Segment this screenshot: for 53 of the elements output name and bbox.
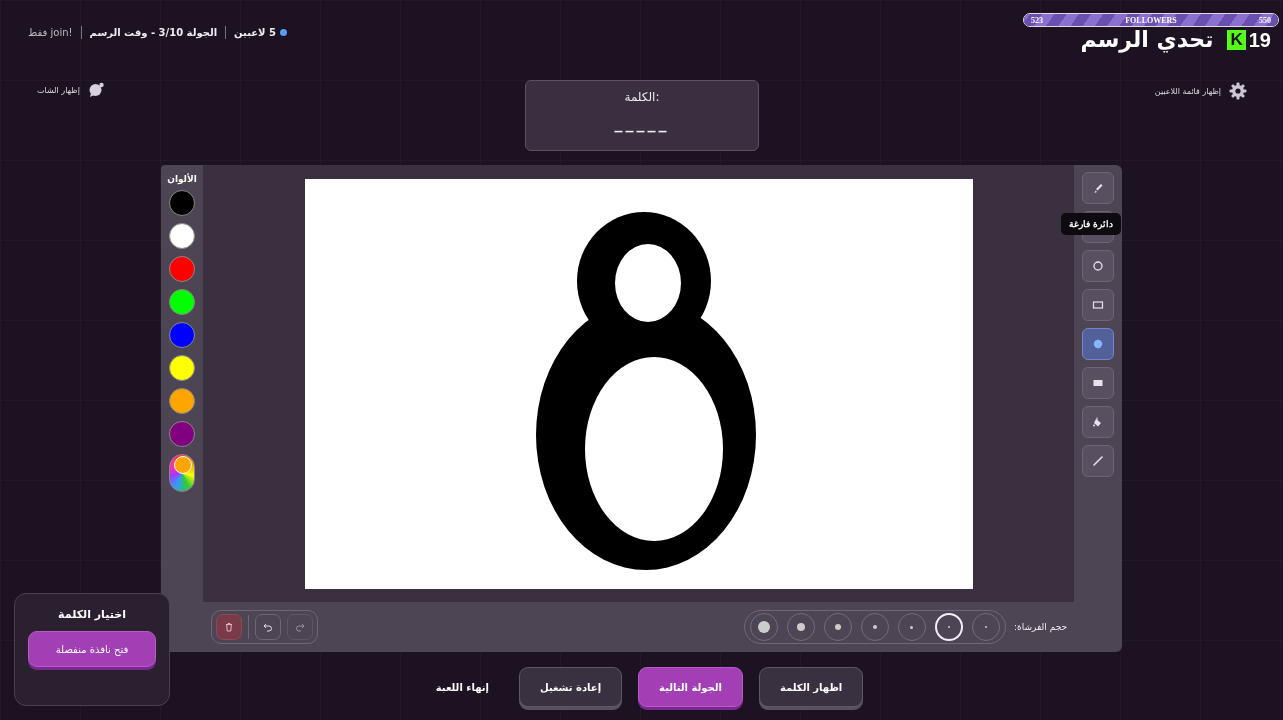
word-label: الكلمة: [624,90,660,104]
followers-start: 523 [1031,15,1043,25]
end-game-link[interactable]: إنهاء اللعبة [435,667,489,707]
word-picker-title: اختيار الكلمة [58,608,126,621]
viewer-count: 19 [1248,28,1271,52]
delete-button[interactable] [216,614,242,640]
filled-circle-icon [1092,338,1104,350]
tool-button[interactable] [1082,289,1114,321]
join-hint: !join فقط [28,27,73,38]
action-button[interactable]: اظهار الكلمة [758,667,864,707]
word-hint: _____ [614,114,670,133]
undo-button[interactable] [255,614,281,640]
color-swatch[interactable] [169,388,195,414]
tool-button[interactable] [1082,172,1114,204]
color-swatch[interactable] [169,421,195,447]
color-swatch[interactable] [169,289,195,315]
color-swatch[interactable] [169,355,195,381]
color-swatch[interactable] [169,190,195,216]
tooltip: دائرة فارغة [1061,213,1121,235]
filled-rectangle-icon [1092,377,1104,389]
tool-button[interactable] [1082,445,1114,477]
online-dot [279,29,287,36]
circle-outline-icon [1092,260,1104,272]
followers-goal: 550 [1259,15,1271,25]
show-players-toggle[interactable]: إظهار قائمة اللاعبين [1154,82,1247,100]
color-swatch[interactable] [169,322,195,348]
game-title: تحدي الرسم [1080,27,1214,53]
color-swatch[interactable] [169,256,195,282]
next-round-button[interactable]: الجولة التالية [638,667,743,707]
brush-size-label: حجم الفرشاة: [1014,622,1067,632]
trash-icon [223,621,235,633]
line-icon [1092,455,1104,467]
player-count: 5 لاعبين [234,27,276,38]
round-status: الجولة 3/10 - وقت الرسم [89,27,218,38]
drawing-canvas[interactable] [304,179,973,589]
paint-bucket-icon [1092,416,1104,428]
redo-icon [294,621,306,633]
undo-icon [262,621,274,633]
colors-title: الألوان [167,174,197,184]
color-swatch[interactable] [169,223,195,249]
tool-button[interactable] [1082,328,1114,360]
chat-icon [87,82,104,98]
followers-label: FOLLOWERS [1125,15,1177,25]
logo-mark: K [1227,30,1246,50]
brush-icon [1092,182,1104,194]
show-chat-toggle[interactable]: إظهار الشات [37,82,104,98]
rectangle-outline-icon [1092,299,1104,311]
tool-button[interactable] [1082,406,1114,438]
action-button[interactable]: إعادة تشغيل [518,667,623,707]
tool-button[interactable] [1082,367,1114,399]
settings-icon [1229,82,1247,100]
open-window-button[interactable]: فتح نافذة منفصلة [28,631,156,667]
color-picker[interactable] [169,454,195,492]
